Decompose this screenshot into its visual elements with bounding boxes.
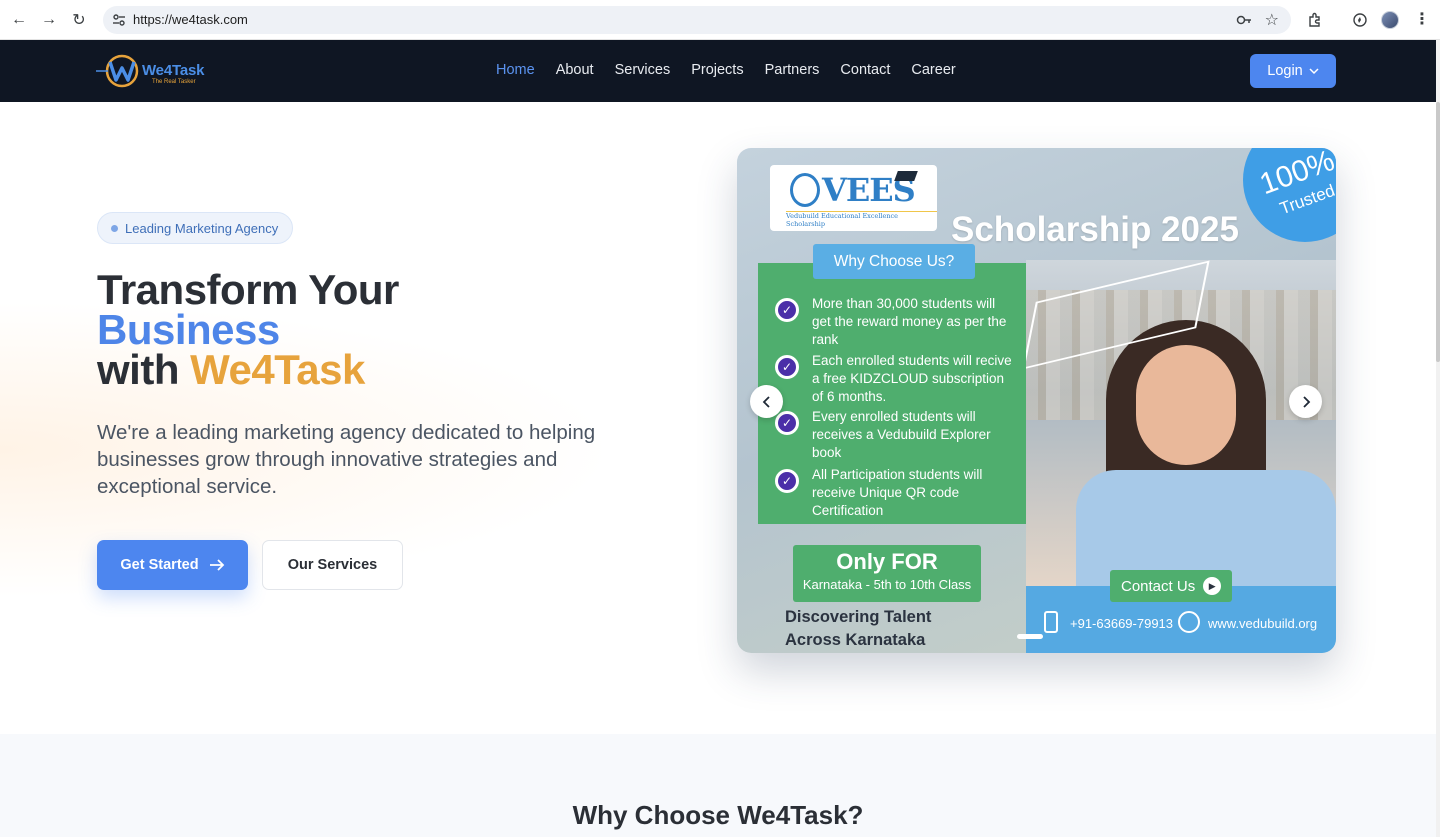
get-started-label: Get Started: [120, 557, 199, 573]
logo-tagline: The Real Tasker: [152, 79, 196, 85]
nav-contact[interactable]: Contact: [840, 62, 890, 78]
why-choose-section: Why Choose We4Task?: [0, 734, 1436, 837]
nav-projects[interactable]: Projects: [691, 62, 743, 78]
phone-icon: [1044, 611, 1058, 633]
chevron-down-icon: [1309, 68, 1319, 75]
password-key-icon[interactable]: [1235, 11, 1253, 29]
address-bar[interactable]: https://we4task.com ☆: [103, 6, 1291, 34]
site-header: We4Task The Real Tasker Home About Servi…: [0, 40, 1436, 102]
only-for-title: Only FOR: [836, 549, 938, 574]
browser-menu-icon[interactable]: ⋮: [1414, 9, 1430, 29]
feature-text: More than 30,000 students will get the r…: [812, 296, 1007, 347]
student-photo: [1022, 260, 1336, 590]
hero-section: Leading Marketing Agency Transform Your …: [0, 102, 1436, 734]
edu-build-icon: [790, 173, 820, 207]
website-text: www.vedubuild.org: [1208, 616, 1318, 631]
globe-icon: [1178, 611, 1200, 633]
check-icon: ✓: [775, 355, 799, 379]
badge-dot-icon: [111, 225, 118, 232]
only-for-subtitle: Karnataka - 5th to 10th Class: [802, 577, 972, 592]
check-icon: ✓: [775, 298, 799, 322]
extensions-icon[interactable]: [1305, 10, 1325, 30]
nav-about[interactable]: About: [556, 62, 594, 78]
carousel-indicators: [1017, 634, 1043, 639]
url-text[interactable]: https://we4task.com: [133, 12, 248, 27]
scholarship-title: Scholarship 2025: [951, 210, 1239, 249]
logo-text: We4Task: [142, 62, 205, 79]
feature-item: ✓ More than 30,000 students will get the…: [775, 295, 1015, 351]
feature-item: ✓ Each enrolled students will recive a f…: [775, 352, 1015, 408]
logo-w-icon: [96, 54, 139, 88]
vees-logo: VEES Vedubuild Educational Excellence Sc…: [770, 165, 937, 231]
hero-lead: We're a leading marketing agency dedicat…: [97, 421, 596, 498]
vees-subtitle: Vedubuild Educational Excellence Scholar…: [786, 211, 937, 228]
hero-carousel[interactable]: VEES Vedubuild Educational Excellence Sc…: [737, 148, 1336, 653]
only-for-box: Only FOR Karnataka - 5th to 10th Class: [793, 545, 981, 602]
chevron-right-icon: [1302, 395, 1310, 408]
play-icon: ▶: [1203, 577, 1222, 595]
hero-title-prefix: with: [97, 346, 191, 393]
carousel-dot-active[interactable]: [1017, 634, 1043, 639]
browser-toolbar: ← → ↻ https://we4task.com ☆ ⋮: [0, 0, 1440, 40]
trusted-badge: 100% Trusted: [1243, 148, 1336, 242]
student-face-image: [1136, 345, 1236, 465]
page-scrollbar[interactable]: [1436, 40, 1440, 837]
feature-text: All Participation students will receive …: [812, 467, 983, 518]
login-label: Login: [1267, 63, 1303, 79]
back-icon[interactable]: ←: [9, 10, 29, 30]
check-icon: ✓: [775, 411, 799, 435]
reload-icon[interactable]: ↻: [69, 10, 89, 30]
bookmark-star-icon[interactable]: ☆: [1265, 10, 1279, 30]
why-choose-label: Why Choose Us?: [813, 244, 975, 279]
chevron-left-icon: [762, 395, 770, 408]
hero-title: Transform Your Business with We4Task: [97, 269, 399, 393]
section-title: Why Choose We4Task?: [572, 800, 864, 830]
site-logo[interactable]: We4Task The Real Tasker: [96, 51, 206, 91]
main-nav: Home About Services Projects Partners Co…: [496, 62, 956, 78]
login-button[interactable]: Login: [1250, 54, 1336, 88]
carousel-next-button[interactable]: [1289, 385, 1322, 418]
sync-icon[interactable]: [1350, 10, 1370, 30]
get-started-button[interactable]: Get Started: [97, 540, 248, 590]
forward-icon[interactable]: →: [39, 10, 59, 30]
scrollbar-thumb[interactable]: [1436, 102, 1440, 362]
hero-title-brand: We4Task: [190, 346, 365, 393]
our-services-label: Our Services: [287, 557, 378, 573]
mortarboard-icon: [894, 171, 918, 181]
nav-career[interactable]: Career: [911, 62, 955, 78]
our-services-button[interactable]: Our Services: [262, 540, 403, 590]
carousel-prev-button[interactable]: [750, 385, 783, 418]
nav-partners[interactable]: Partners: [765, 62, 820, 78]
feature-text: Each enrolled students will recive a fre…: [812, 353, 1012, 404]
discover-text: Discovering Talent Across Karnataka: [785, 608, 932, 649]
nav-home[interactable]: Home: [496, 62, 535, 78]
profile-avatar[interactable]: [1381, 11, 1399, 29]
check-icon: ✓: [775, 469, 799, 493]
banner-contact-button: Contact Us ▶: [1110, 570, 1232, 602]
feature-item: ✓ Every enrolled students will receives …: [775, 408, 1015, 464]
arrow-right-icon: [209, 559, 224, 571]
site-settings-icon[interactable]: [111, 12, 127, 28]
nav-services[interactable]: Services: [615, 62, 671, 78]
hero-badge: Leading Marketing Agency: [97, 212, 294, 244]
banner-contact-label: Contact Us: [1121, 577, 1196, 595]
feature-item: ✓ All Participation students will receiv…: [775, 466, 1015, 522]
badge-text: Leading Marketing Agency: [125, 220, 279, 236]
phone-number: +91-63669-79913: [1070, 616, 1174, 631]
feature-text: Every enrolled students will receives a …: [812, 409, 991, 460]
